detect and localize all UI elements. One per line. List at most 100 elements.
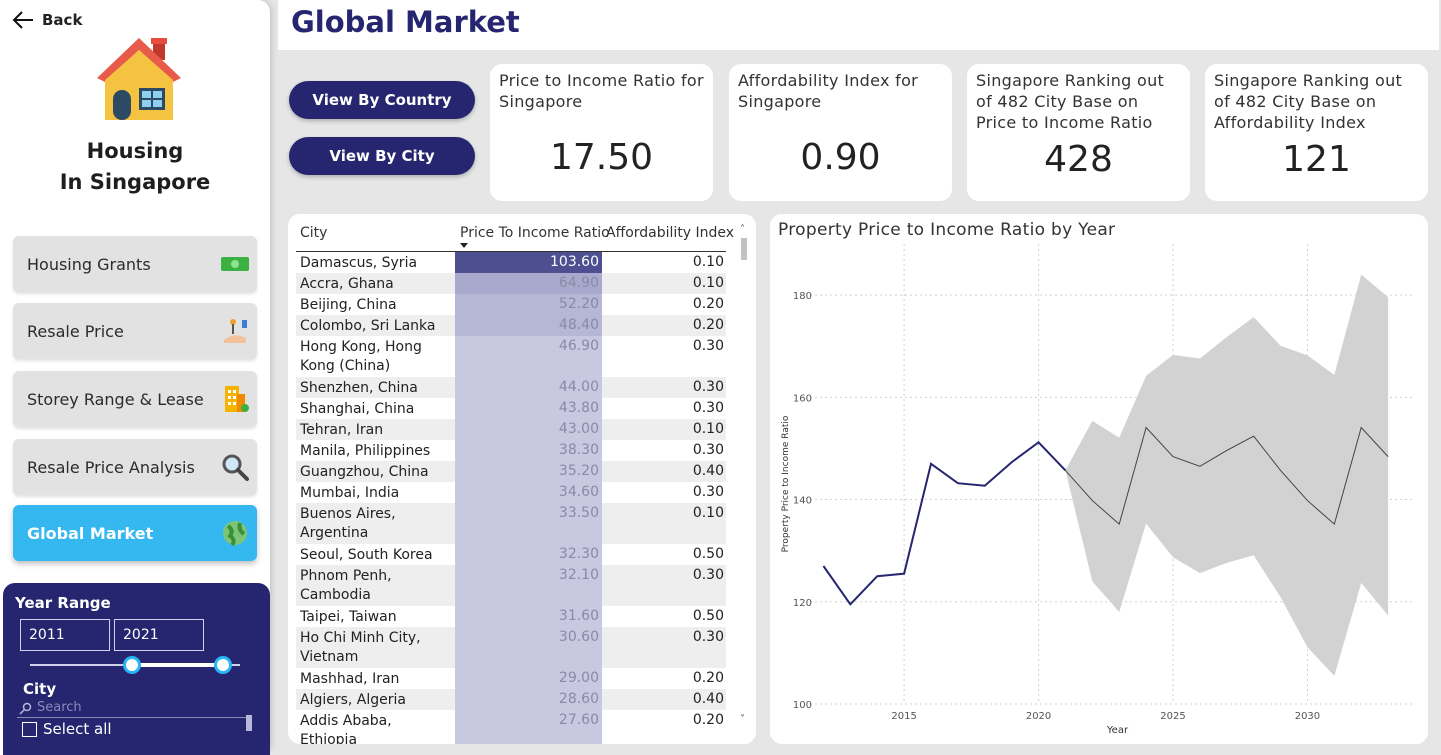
table-row[interactable]: Ho Chi Minh City, Vietnam 30.60 0.30 (296, 627, 726, 668)
price-income-cell: 34.60 (558, 484, 599, 500)
building-icon (219, 383, 251, 415)
affordability-cell: 0.30 (692, 484, 724, 500)
price-income-cell: 30.60 (558, 629, 599, 645)
col-header-price-income[interactable]: Price To Income Ratio (460, 225, 610, 241)
affordability-cell: 0.40 (692, 463, 724, 479)
select-all-option[interactable]: Select all (22, 720, 112, 738)
city-list-scrollbar[interactable] (246, 715, 252, 731)
affordability-cell: 0.30 (692, 400, 724, 416)
table-row[interactable]: Colombo, Sri Lanka 48.40 0.20 (296, 315, 726, 336)
affordability-cell: 0.20 (692, 712, 724, 728)
table-row[interactable]: Phnom Penh, Cambodia 32.10 0.30 (296, 565, 726, 606)
sort-desc-icon (460, 243, 468, 248)
affordability-cell: 0.10 (692, 275, 724, 291)
year-to-input[interactable]: 2021 (114, 619, 204, 651)
scroll-down-icon[interactable]: ˅ (740, 714, 745, 725)
year-slider-end-handle[interactable] (214, 656, 232, 674)
affordability-cell: 0.20 (692, 317, 724, 333)
nav-resale-price-analysis[interactable]: Resale Price Analysis (13, 439, 257, 495)
brand-title: Housing In Singapore (0, 136, 270, 198)
table-row[interactable]: Seoul, South Korea 32.30 0.50 (296, 544, 726, 565)
table-row[interactable]: Shenzhen, China 44.00 0.30 (296, 377, 726, 398)
nav-label: Storey Range & Lease (27, 389, 204, 409)
view-by-city-button[interactable]: View By City (289, 137, 475, 175)
table-row[interactable]: Manila, Philippines 38.30 0.30 (296, 440, 726, 461)
table-header: City Price To Income Ratio Affordability… (288, 214, 756, 252)
affordability-cell: 0.20 (692, 296, 724, 312)
kpi-value: 121 (1282, 139, 1351, 180)
city-cell: Hong Kong, Hong Kong (China) (300, 339, 422, 374)
nav-label: Resale Price Analysis (27, 457, 195, 477)
page-title: Global Market (291, 5, 520, 39)
nav-label: Resale Price (27, 321, 124, 341)
city-cell: Colombo, Sri Lanka (300, 318, 436, 334)
money-icon (219, 248, 251, 280)
table-row[interactable]: Guangzhou, China 35.20 0.40 (296, 461, 726, 482)
table-scrollbar[interactable] (741, 238, 747, 260)
affordability-cell: 0.10 (692, 505, 724, 521)
filter-panel: Year Range 2011 2021 City Search Select … (3, 583, 270, 755)
price-income-cell: 64.90 (558, 275, 599, 291)
x-tick-label: 2020 (1026, 711, 1051, 722)
price-income-cell: 48.40 (558, 317, 599, 333)
arrow-left-icon (12, 11, 33, 29)
table-row[interactable]: Accra, Ghana 64.90 0.10 (296, 273, 726, 294)
year-range-label: Year Range (15, 594, 111, 612)
kpi-card-price-income: Price to Income Ratio for Singapore 17.5… (490, 64, 713, 201)
x-tick-label: 2015 (891, 711, 916, 722)
x-tick-label: 2030 (1295, 711, 1320, 722)
year-from-input[interactable]: 2011 (20, 619, 110, 651)
price-income-cell: 38.30 (558, 442, 599, 458)
select-all-checkbox[interactable] (22, 721, 37, 737)
back-button[interactable]: Back (12, 10, 82, 30)
table-row[interactable]: Shanghai, China 43.80 0.30 (296, 398, 726, 419)
table-row[interactable]: Addis Ababa, Ethiopia 27.60 0.20 (296, 710, 726, 744)
price-income-cell: 52.20 (558, 296, 599, 312)
view-by-country-button[interactable]: View By Country (289, 81, 475, 119)
affordability-cell: 0.30 (692, 338, 724, 354)
affordability-cell: 0.20 (692, 670, 724, 686)
affordability-cell: 0.30 (692, 379, 724, 395)
price-income-cell: 32.30 (558, 546, 599, 562)
city-cell: Manila, Philippines (300, 443, 431, 459)
city-cell: Beijing, China (300, 297, 397, 313)
nav-housing-grants[interactable]: Housing Grants (13, 236, 257, 292)
kpi-title: Affordability Index for Singapore (738, 71, 919, 111)
y-axis-label: Property Price to Income Ratio (781, 415, 791, 552)
col-header-affordability[interactable]: Affordability Index (606, 225, 734, 241)
nav-label: Global Market (27, 523, 154, 543)
table-row[interactable]: Algiers, Algeria 28.60 0.40 (296, 689, 726, 710)
magnifier-icon (219, 451, 251, 483)
nav-resale-price[interactable]: Resale Price (13, 303, 257, 359)
price-income-cell: 43.80 (558, 400, 599, 416)
table-row[interactable]: Buenos Aires, Argentina 33.50 0.10 (296, 503, 726, 544)
col-header-city[interactable]: City (300, 225, 327, 241)
affordability-cell: 0.50 (692, 608, 724, 624)
table-row[interactable]: Mashhad, Iran 29.00 0.20 (296, 668, 726, 689)
table-row[interactable]: Damascus, Syria 103.60 0.10 (296, 252, 726, 273)
kpi-title: Singapore Ranking out of 482 City Base o… (1214, 71, 1403, 132)
year-slider-start-handle[interactable] (123, 656, 141, 674)
table-row[interactable]: Taipei, Taiwan 31.60 0.50 (296, 606, 726, 627)
table-row[interactable]: Tehran, Iran 43.00 0.10 (296, 419, 726, 440)
city-cell: Guangzhou, China (300, 464, 429, 480)
kpi-title: Singapore Ranking out of 482 City Base o… (976, 71, 1165, 132)
nav-global-market[interactable]: Global Market (13, 505, 257, 561)
forecast-confidence-band (1065, 274, 1389, 676)
city-cell: Shanghai, China (300, 401, 415, 417)
city-cell: Seoul, South Korea (300, 547, 433, 563)
table-row[interactable]: Hong Kong, Hong Kong (China) 46.90 0.30 (296, 336, 726, 377)
table-row[interactable]: Beijing, China 52.20 0.20 (296, 294, 726, 315)
table-row[interactable]: Mumbai, India 34.60 0.30 (296, 482, 726, 503)
scroll-up-icon[interactable]: ˄ (740, 224, 745, 235)
select-all-label: Select all (43, 720, 112, 738)
price-income-cell: 27.60 (558, 712, 599, 728)
price-income-cell: 103.60 (550, 254, 599, 270)
nav-storey-range-lease[interactable]: Storey Range & Lease (13, 371, 257, 427)
year-slider-range (132, 663, 224, 667)
kpi-value: 0.90 (800, 137, 881, 178)
y-tick-label: 120 (793, 598, 812, 609)
city-search-input[interactable]: Search (17, 700, 250, 718)
table-body: Damascus, Syria 103.60 0.10 Accra, Ghana 64.… (296, 252, 726, 744)
price-income-cell: 28.60 (558, 691, 599, 707)
